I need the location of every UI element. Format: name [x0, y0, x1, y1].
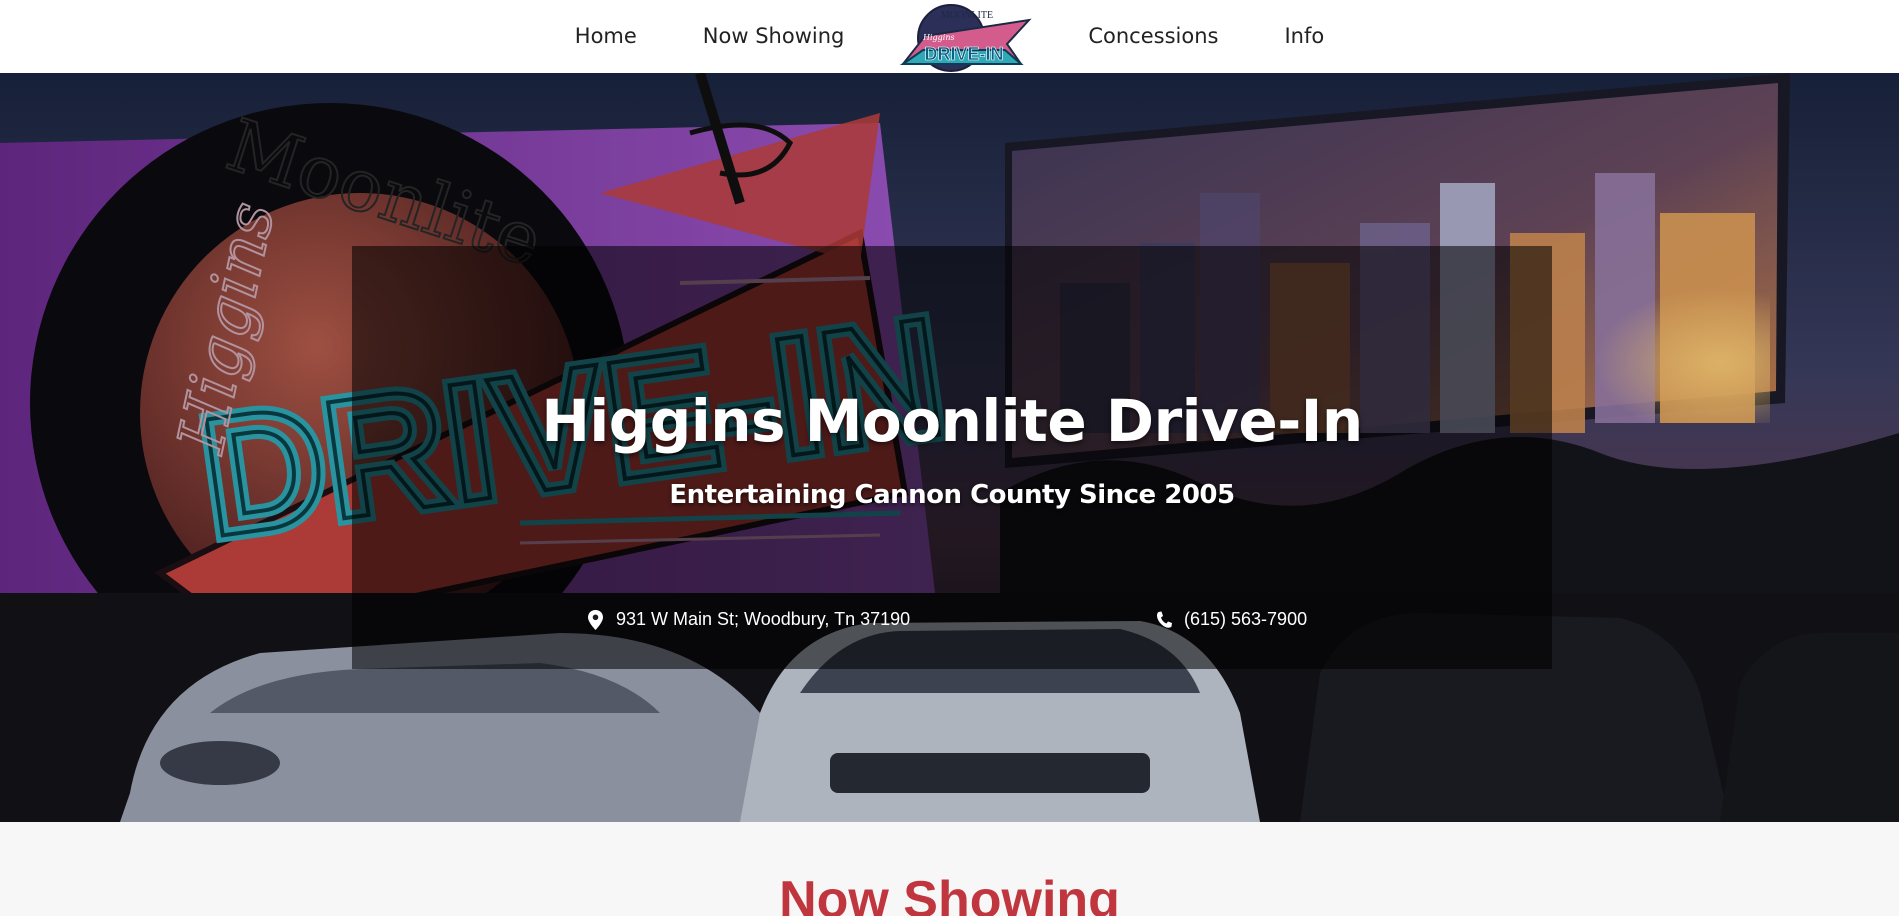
logo-sign-text: DRIVE-IN	[925, 44, 1004, 64]
logo-arc-text: MOONLITE	[941, 10, 993, 21]
logo-script-text: Higgins	[922, 33, 955, 42]
map-pin-icon	[588, 609, 603, 630]
top-navigation: Home Now Showing MOONLITE Higgins DRIVE-…	[0, 0, 1899, 73]
section-title-now-showing: Now Showing	[779, 871, 1120, 916]
address-text: 931 W Main St; Woodbury, Tn 37190	[616, 609, 911, 629]
phone-info[interactable]: (615) 563-7900	[1155, 609, 1307, 630]
nav-link-info[interactable]: Info	[1251, 0, 1357, 73]
nav-link-concessions[interactable]: Concessions	[1055, 0, 1251, 73]
drive-in-logo[interactable]: MOONLITE Higgins DRIVE-IN	[899, 2, 1033, 72]
hero-banner: DRIVE-IN DRIVE-IN Higgins Moonlite Higgi…	[0, 73, 1899, 822]
hero-info-box: Higgins Moonlite Drive-In Entertaining C…	[352, 246, 1552, 669]
nav-link-now-showing[interactable]: Now Showing	[670, 0, 878, 73]
address-info[interactable]: 931 W Main St; Woodbury, Tn 37190	[587, 609, 910, 630]
hero-title: Higgins Moonlite Drive-In	[541, 387, 1363, 455]
nav-link-home[interactable]: Home	[542, 0, 670, 73]
phone-icon	[1157, 611, 1172, 628]
hero-subtitle: Entertaining Cannon County Since 2005	[669, 480, 1235, 510]
now-showing-section: Now Showing	[0, 822, 1899, 916]
phone-text: (615) 563-7900	[1184, 609, 1308, 629]
